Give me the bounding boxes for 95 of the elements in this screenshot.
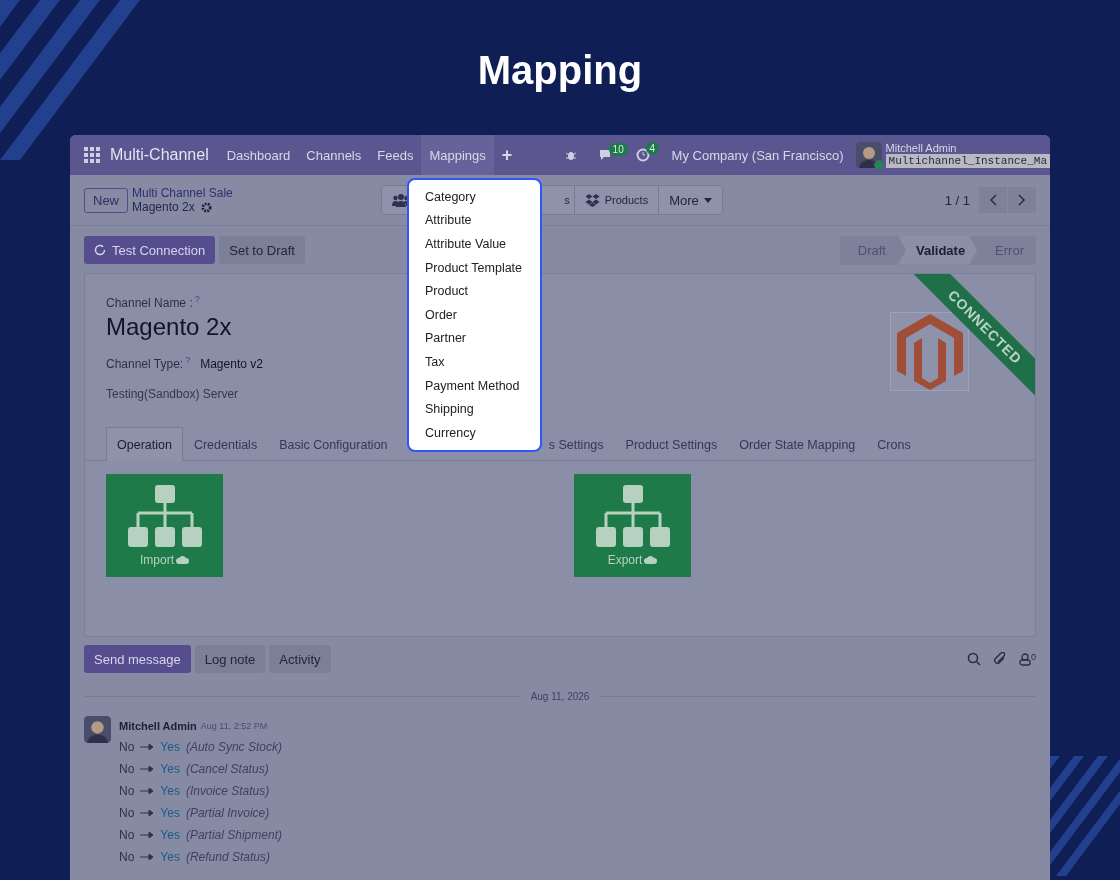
chatter-button[interactable]: Activity <box>269 645 331 673</box>
caret-icon <box>703 197 712 203</box>
new-value: Yes <box>160 828 180 842</box>
changed-field: (Cancel Status) <box>185 762 269 776</box>
field-value: Magento v2 <box>200 357 263 371</box>
dropdown-item[interactable]: Attribute Value <box>409 232 540 256</box>
hierarchy-icon <box>127 484 202 547</box>
date-separator: Aug 11, 2026 <box>530 691 590 702</box>
online-status-icon <box>873 160 884 170</box>
dropdown-item[interactable]: Tax <box>409 350 540 374</box>
old-value: No <box>119 740 135 754</box>
test-connection-button[interactable]: Test Connection <box>84 236 216 264</box>
chevron-left-icon <box>989 194 997 206</box>
arrow-icon <box>140 810 155 816</box>
user-avatar <box>855 142 882 168</box>
new-value: Yes <box>160 740 180 754</box>
new-value: Yes <box>160 784 180 798</box>
box-icon <box>584 193 600 207</box>
changed-field: (Partial Invoice) <box>185 806 270 820</box>
dropdown-item[interactable]: Category <box>409 185 540 209</box>
import-tile[interactable]: Import <box>106 474 223 577</box>
old-value: No <box>119 784 135 798</box>
field-label: Channel Type: $^{?}$ <box>106 355 191 371</box>
form-tab[interactable]: Crons <box>866 427 922 461</box>
new-button[interactable]: New <box>84 187 128 213</box>
dropdown-item[interactable]: Order <box>409 302 540 327</box>
arrow-icon <box>140 832 155 838</box>
cloud-upload-icon <box>176 555 189 564</box>
database-name: Multichannel_Instance_Ma <box>885 154 1050 168</box>
old-value: No <box>119 762 135 776</box>
spinner-icon <box>94 244 106 256</box>
new-value: Yes <box>160 806 180 820</box>
export-tile[interactable]: Export <box>574 474 691 577</box>
pager-value: 1 / 1 <box>944 192 970 208</box>
chevron-right-icon <box>1018 194 1026 206</box>
author-name: Mitchell Admin <box>119 720 197 732</box>
old-value: No <box>119 850 135 864</box>
arrow-icon <box>140 744 155 750</box>
bug-icon[interactable] <box>564 149 577 161</box>
channel-name: Magento 2x <box>106 313 232 341</box>
chatter-button[interactable]: Log note <box>194 645 266 673</box>
hierarchy-icon <box>595 484 670 547</box>
dropdown-item[interactable]: Shipping <box>409 397 540 421</box>
old-value: No <box>119 828 135 842</box>
tile-label: Import <box>140 552 174 567</box>
add-menu-button[interactable]: + <box>493 135 521 175</box>
apps-menu-icon[interactable] <box>84 147 100 163</box>
search-icon[interactable] <box>967 652 981 666</box>
dropdown-item[interactable]: Partner <box>409 326 540 351</box>
status-step[interactable]: Validate <box>897 235 978 265</box>
changed-field: (Invoice Status) <box>185 784 270 798</box>
clock-icon[interactable] <box>635 148 650 162</box>
chatter-button[interactable]: Send message <box>84 645 191 673</box>
cloud-upload-icon <box>644 555 658 564</box>
changed-field: (Partial Shipment) <box>185 828 282 842</box>
follower-count: 0 <box>1031 652 1036 662</box>
new-value: Yes <box>160 850 180 864</box>
form-tab[interactable]: Credentials <box>182 427 269 461</box>
users-icon <box>391 193 410 207</box>
new-value: Yes <box>160 762 180 776</box>
count-badge: 10 <box>608 142 628 156</box>
tile-label: Export <box>607 552 643 567</box>
paperclip-icon[interactable] <box>993 652 1007 666</box>
dropdown-item[interactable]: Product <box>409 279 540 303</box>
changed-field: (Auto Sync Stock) <box>185 740 282 754</box>
form-tab[interactable]: Product Settings <box>614 427 729 461</box>
count-badge: 4 <box>645 142 660 155</box>
dropdown-item[interactable]: Currency <box>409 420 540 445</box>
dropdown-item[interactable]: Payment Method <box>409 373 540 398</box>
record-name: Magento 2x <box>132 200 195 214</box>
dropdown-item[interactable]: Product Template <box>409 255 540 280</box>
settings-icon[interactable] <box>200 201 212 213</box>
app-name: Multi-Channel <box>110 146 209 164</box>
products-button[interactable]: Products <box>574 186 660 214</box>
menu-item[interactable]: Channels <box>298 135 370 175</box>
page-title: Mapping <box>477 48 643 94</box>
arrow-icon <box>140 854 155 860</box>
menu-item[interactable]: Mappings <box>421 135 494 175</box>
author-avatar <box>84 716 111 743</box>
form-tab[interactable]: Basic Configuration <box>268 427 399 461</box>
arrow-icon <box>140 788 155 794</box>
form-tab[interactable]: Operation <box>106 427 183 461</box>
arrow-icon <box>140 766 155 772</box>
menu-item[interactable]: Dashboard <box>218 135 299 175</box>
form-tab[interactable]: Order State Mapping <box>728 427 867 461</box>
user-name[interactable]: Mitchell Admin <box>885 142 1050 154</box>
dropdown-item[interactable]: Attribute <box>409 208 540 233</box>
company-switcher[interactable]: My Company (San Francisco) <box>671 147 844 163</box>
more-button[interactable]: More <box>659 186 722 214</box>
set-to-draft-button[interactable]: Set to Draft <box>219 236 305 264</box>
changed-field: (Refund Status) <box>185 850 270 864</box>
menu-item[interactable]: Feeds <box>369 135 422 175</box>
breadcrumb-link[interactable]: Multi Channel Sale <box>132 186 233 200</box>
follower-icon[interactable] <box>1019 652 1031 666</box>
old-value: No <box>119 806 135 820</box>
